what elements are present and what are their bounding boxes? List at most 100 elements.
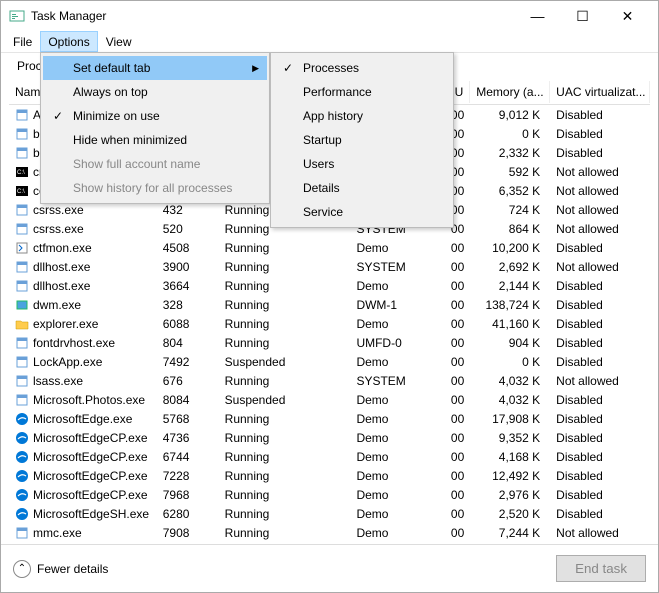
minimize-button[interactable]: — — [515, 2, 560, 30]
process-icon — [15, 317, 29, 331]
cell-status: Running — [219, 335, 351, 351]
menu-view[interactable]: View — [98, 31, 140, 52]
process-icon — [15, 374, 29, 388]
fewer-details-label: Fewer details — [37, 562, 108, 576]
menuitem-label: App history — [303, 109, 363, 123]
process-name: csrss.exe — [33, 203, 84, 217]
svg-text:C:\: C:\ — [17, 189, 25, 195]
menu-options[interactable]: Options — [40, 31, 97, 52]
process-icon: C:\ — [15, 165, 29, 179]
table-row[interactable]: mmc.exe7908RunningDemo007,244 KNot allow… — [9, 523, 650, 542]
table-row[interactable]: lsass.exe676RunningSYSTEM004,032 KNot al… — [9, 371, 650, 390]
table-row[interactable]: explorer.exe6088RunningDemo0041,160 KDis… — [9, 314, 650, 333]
table-row[interactable]: MicrosoftEdgeCP.exe7968RunningDemo002,97… — [9, 485, 650, 504]
menuitem-label: Always on top — [73, 85, 148, 99]
cell-pid: 6088 — [157, 316, 219, 332]
table-row[interactable]: MicrosoftEdgeCP.exe4736RunningDemo009,35… — [9, 428, 650, 447]
menuitem-always-on-top[interactable]: Always on top — [43, 80, 267, 104]
cell-user: Demo — [350, 525, 430, 541]
cell-cpu: 00 — [430, 354, 470, 370]
menuitem-label: Startup — [303, 133, 342, 147]
menu-file[interactable]: File — [5, 31, 40, 52]
cell-status: Suspended — [219, 354, 351, 370]
submenu-users[interactable]: Users — [273, 152, 451, 176]
fewer-details-toggle[interactable]: ⌃ Fewer details — [13, 560, 556, 578]
menuitem-minimize-on-use[interactable]: ✓ Minimize on use — [43, 104, 267, 128]
chevron-up-icon: ⌃ — [13, 560, 31, 578]
submenu-performance[interactable]: Performance — [273, 80, 451, 104]
cell-cpu: 00 — [430, 525, 470, 541]
cell-uac: Disabled — [550, 430, 650, 446]
process-name: mmc.exe — [33, 526, 82, 540]
checkmark-icon: ✓ — [281, 61, 295, 75]
titlebar: Task Manager — ☐ ✕ — [1, 1, 658, 31]
end-task-button[interactable]: End task — [556, 555, 646, 582]
cell-cpu: 00 — [430, 373, 470, 389]
cell-uac: Not allowed — [550, 221, 650, 237]
cell-pid: 6280 — [157, 506, 219, 522]
cell-pid: 3664 — [157, 278, 219, 294]
table-row[interactable]: dwm.exe328RunningDWM-100138,724 KDisable… — [9, 295, 650, 314]
cell-memory: 9,352 K — [470, 430, 550, 446]
process-icon: C:\ — [15, 184, 29, 198]
process-name: MicrosoftEdgeCP.exe — [33, 488, 148, 502]
maximize-button[interactable]: ☐ — [560, 2, 605, 30]
submenu-details[interactable]: Details — [273, 176, 451, 200]
window-title: Task Manager — [31, 9, 515, 23]
table-row[interactable]: dllhost.exe3664RunningDemo002,144 KDisab… — [9, 276, 650, 295]
table-row[interactable]: MicrosoftEdgeCP.exe7228RunningDemo0012,4… — [9, 466, 650, 485]
cell-uac: Disabled — [550, 411, 650, 427]
menuitem-label: Details — [303, 181, 340, 195]
process-name: LockApp.exe — [33, 355, 102, 369]
process-name: dllhost.exe — [33, 260, 90, 274]
submenu-app-history[interactable]: App history — [273, 104, 451, 128]
cell-user: Demo — [350, 354, 430, 370]
cell-status: Running — [219, 297, 351, 313]
process-icon — [15, 127, 29, 141]
cell-status: Running — [219, 468, 351, 484]
cell-pid: 7968 — [157, 487, 219, 503]
table-row[interactable]: fontdrvhost.exe804RunningUMFD-000904 KDi… — [9, 333, 650, 352]
table-row[interactable]: MicrosoftEdgeSH.exe6280RunningDemo002,52… — [9, 504, 650, 523]
cell-status: Running — [219, 373, 351, 389]
cell-pid: 6744 — [157, 449, 219, 465]
cell-pid: 7228 — [157, 468, 219, 484]
process-name: MicrosoftEdgeCP.exe — [33, 469, 148, 483]
menuitem-hide-when-minimized[interactable]: Hide when minimized — [43, 128, 267, 152]
table-row[interactable]: LockApp.exe7492SuspendedDemo000 KDisable… — [9, 352, 650, 371]
process-name: MicrosoftEdge.exe — [33, 412, 132, 426]
cell-cpu: 00 — [430, 240, 470, 256]
process-icon — [15, 260, 29, 274]
cell-user: Demo — [350, 392, 430, 408]
col-uac[interactable]: UAC virtualizat... — [550, 81, 650, 103]
checkmark-icon: ✓ — [51, 109, 65, 123]
menuitem-label: Processes — [303, 61, 359, 75]
table-row[interactable]: Microsoft.Photos.exe8084SuspendedDemo004… — [9, 390, 650, 409]
menuitem-label: Show history for all processes — [73, 181, 232, 195]
taskmgr-icon — [9, 8, 25, 24]
table-row[interactable]: ctfmon.exe4508RunningDemo0010,200 KDisab… — [9, 238, 650, 257]
menuitem-show-history-all-processes: Show history for all processes — [43, 176, 267, 200]
table-row[interactable]: dllhost.exe3900RunningSYSTEM002,692 KNot… — [9, 257, 650, 276]
cell-memory: 6,352 K — [470, 183, 550, 199]
cell-pid: 5768 — [157, 411, 219, 427]
cell-cpu: 00 — [430, 259, 470, 275]
cell-pid: 328 — [157, 297, 219, 313]
cell-user: DWM-1 — [350, 297, 430, 313]
cell-user: SYSTEM — [350, 373, 430, 389]
process-name: dllhost.exe — [33, 279, 90, 293]
col-memory[interactable]: Memory (a... — [470, 81, 550, 103]
process-icon — [15, 488, 29, 502]
submenu-startup[interactable]: Startup — [273, 128, 451, 152]
table-row[interactable]: MicrosoftEdge.exe5768RunningDemo0017,908… — [9, 409, 650, 428]
cell-status: Running — [219, 411, 351, 427]
submenu-processes[interactable]: ✓ Processes — [273, 56, 451, 80]
cell-user: Demo — [350, 487, 430, 503]
cell-uac: Not allowed — [550, 525, 650, 541]
close-button[interactable]: ✕ — [605, 2, 650, 30]
submenu-service[interactable]: Service — [273, 200, 451, 224]
cell-cpu: 00 — [430, 278, 470, 294]
process-icon — [15, 412, 29, 426]
menuitem-set-default-tab[interactable]: Set default tab ▶ — [43, 56, 267, 80]
table-row[interactable]: MicrosoftEdgeCP.exe6744RunningDemo004,16… — [9, 447, 650, 466]
